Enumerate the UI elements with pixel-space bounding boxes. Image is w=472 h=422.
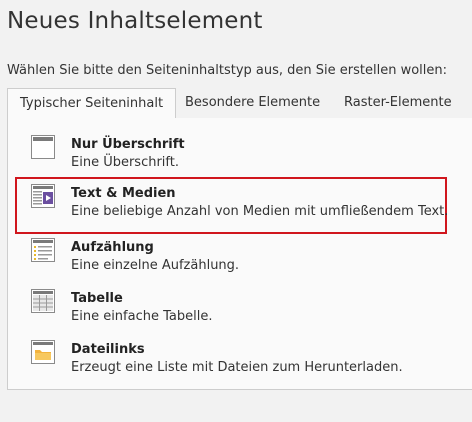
file-links-icon bbox=[31, 340, 55, 364]
item-title: Aufzählung bbox=[71, 240, 154, 255]
content-type-file-links[interactable]: Dateilinks Erzeugt eine Liste mit Dateie… bbox=[15, 333, 447, 383]
tab-raster-elemente[interactable]: Raster-Elemente bbox=[332, 88, 464, 118]
bullet-list-icon bbox=[31, 238, 55, 262]
item-description: Eine Überschrift. bbox=[71, 155, 179, 170]
content-type-bullet-list[interactable]: Aufzählung Eine einzelne Aufzählung. bbox=[15, 231, 447, 281]
page-title: Neues Inhaltselement bbox=[7, 8, 263, 34]
item-description: Eine einzelne Aufzählung. bbox=[71, 258, 240, 273]
item-title: Nur Überschrift bbox=[71, 137, 185, 152]
text-media-icon bbox=[31, 184, 55, 208]
content-type-header-only[interactable]: Nur Überschrift Eine Überschrift. bbox=[15, 128, 447, 178]
content-type-table[interactable]: Tabelle Eine einfache Tabelle. bbox=[15, 282, 447, 332]
instruction-text: Wählen Sie bitte den Seiteninhaltstyp au… bbox=[7, 63, 448, 78]
tab-besondere-elemente[interactable]: Besondere Elemente bbox=[173, 88, 332, 118]
content-type-text-media[interactable]: Text & Medien Eine beliebige Anzahl von … bbox=[15, 177, 449, 234]
item-title: Dateilinks bbox=[71, 342, 145, 357]
header-only-icon bbox=[31, 135, 55, 159]
item-description: Eine beliebige Anzahl von Medien mit umf… bbox=[71, 204, 449, 219]
content-panel: Nur Überschrift Eine Überschrift. Text &… bbox=[7, 118, 472, 390]
table-icon bbox=[31, 289, 55, 313]
tab-bar: Typischer Seiteninhalt Besondere Element… bbox=[7, 88, 472, 119]
item-description: Eine einfache Tabelle. bbox=[71, 309, 213, 324]
item-description: Erzeugt eine Liste mit Dateien zum Herun… bbox=[71, 360, 403, 375]
item-title: Text & Medien bbox=[71, 186, 176, 201]
item-title: Tabelle bbox=[71, 291, 123, 306]
tab-typischer-seiteninhalt[interactable]: Typischer Seiteninhalt bbox=[7, 88, 177, 119]
